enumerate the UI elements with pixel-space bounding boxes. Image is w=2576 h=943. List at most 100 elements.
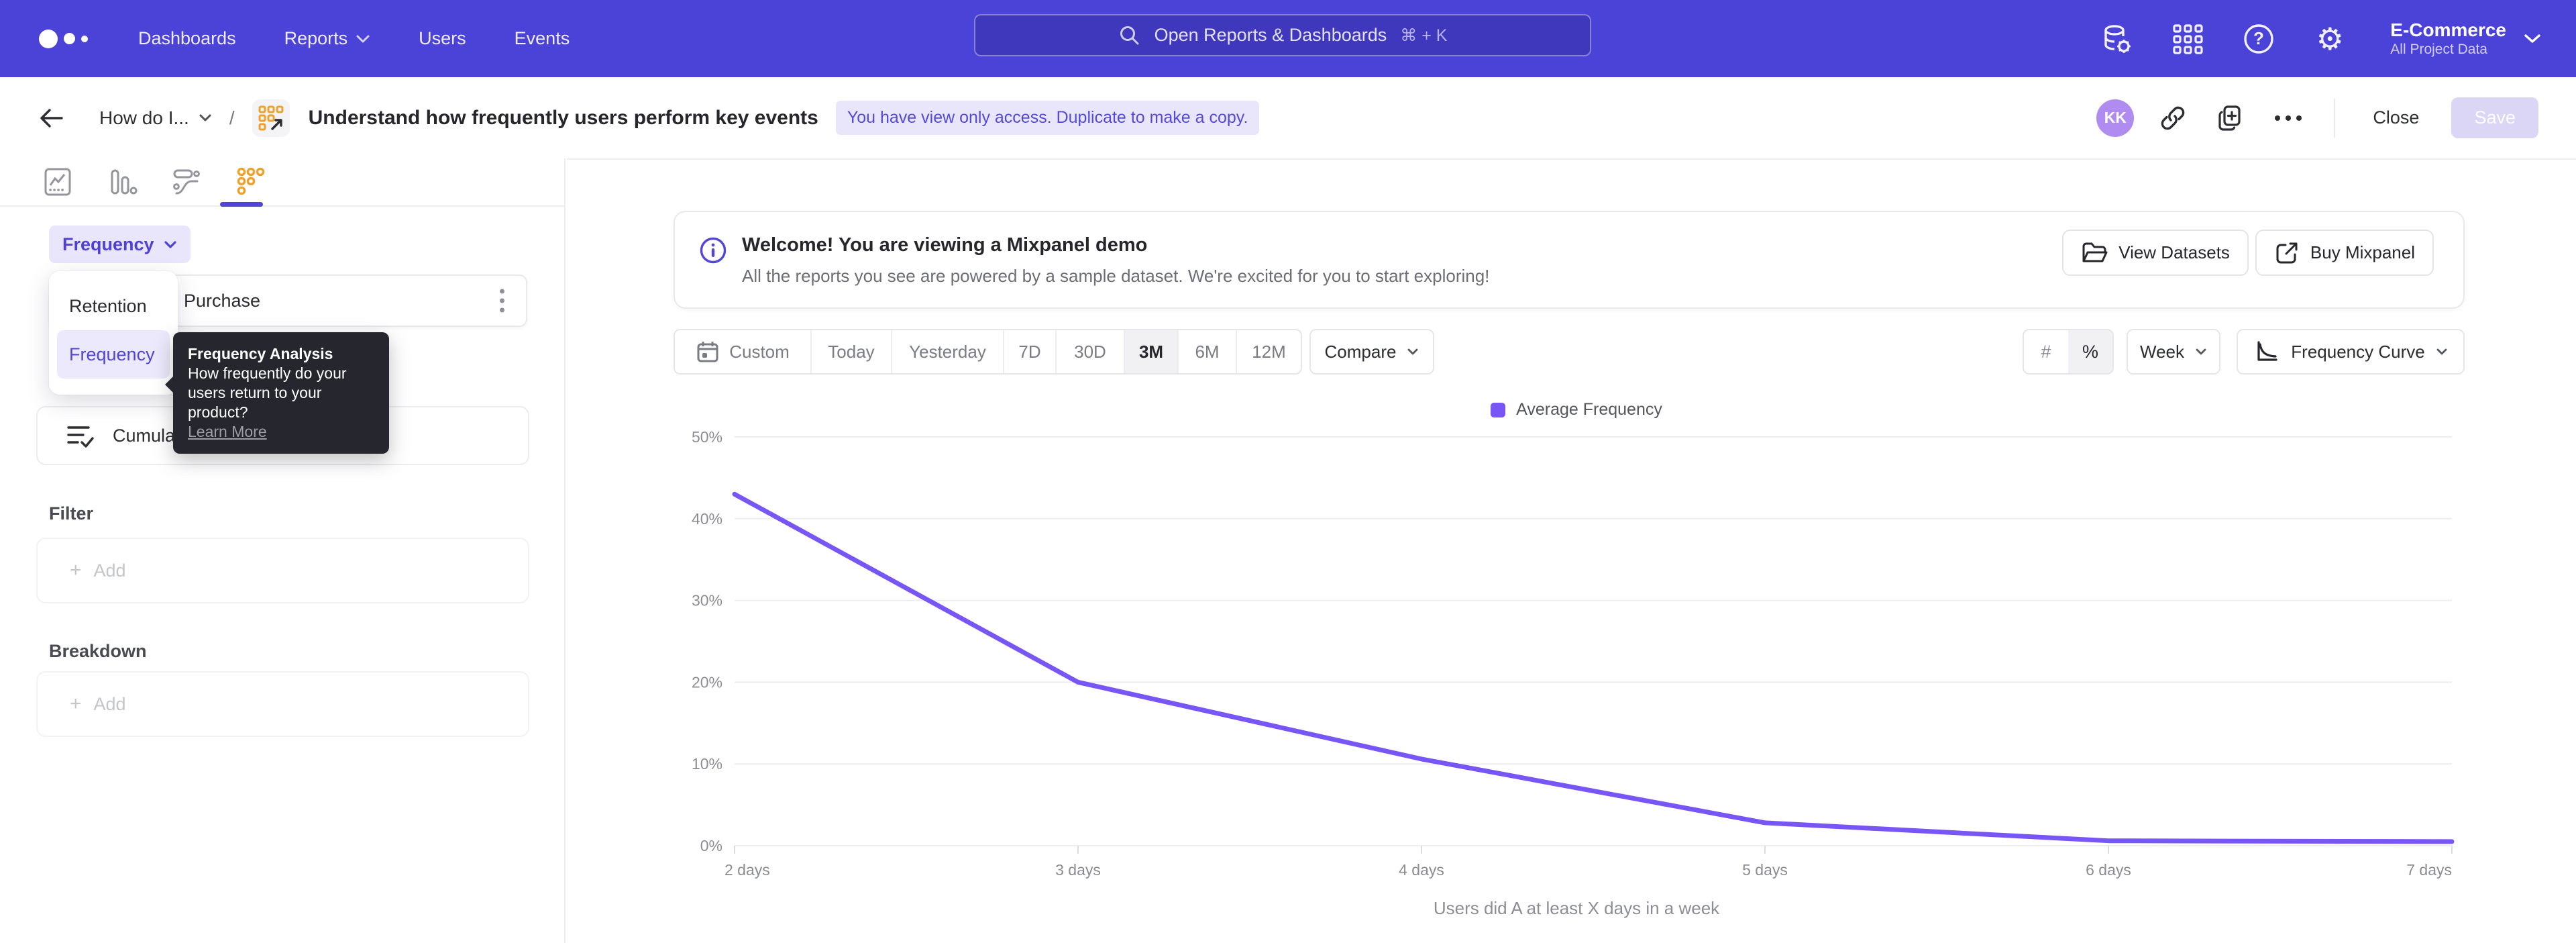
- nav-item-label: Dashboards: [138, 28, 236, 49]
- svg-text:2 days: 2 days: [724, 861, 770, 879]
- funnel-bars-icon: [107, 166, 138, 197]
- nav-item-users[interactable]: Users: [419, 28, 466, 49]
- settings-gear-icon[interactable]: ⚙: [2312, 21, 2347, 56]
- chart-type-dropdown[interactable]: Frequency Curve: [2237, 329, 2465, 375]
- analysis-type-menu: Retention Frequency: [49, 271, 178, 395]
- svg-text:?: ?: [2253, 28, 2264, 48]
- range-today[interactable]: Today: [810, 330, 891, 373]
- chevron-down-icon: [199, 113, 212, 122]
- report-title: Understand how frequently users perform …: [309, 107, 818, 130]
- nav-item-label: Reports: [284, 28, 348, 49]
- chevron-down-icon: [356, 34, 370, 44]
- svg-text:3 days: 3 days: [1055, 861, 1101, 879]
- copy-link-icon[interactable]: [2154, 99, 2192, 137]
- close-button[interactable]: Close: [2358, 98, 2434, 138]
- range-3m[interactable]: 3M: [1124, 330, 1177, 373]
- avatar[interactable]: KK: [2096, 99, 2134, 137]
- chart-caption: Users did A at least X days in a week: [671, 898, 2482, 919]
- tooltip-arrow: [165, 377, 173, 393]
- duplicate-icon[interactable]: [2212, 99, 2249, 137]
- nav-item-label: Users: [419, 28, 466, 49]
- range-6m[interactable]: 6M: [1177, 330, 1236, 373]
- chevron-down-icon: [1407, 348, 1419, 356]
- buy-mixpanel-button[interactable]: Buy Mixpanel: [2255, 230, 2434, 276]
- save-button[interactable]: Save: [2451, 97, 2538, 138]
- svg-text:30%: 30%: [692, 592, 722, 609]
- nav-menu: Dashboards Reports Users Events: [138, 28, 570, 49]
- breadcrumb[interactable]: How do I...: [99, 107, 212, 129]
- nav-item-dashboards[interactable]: Dashboards: [138, 28, 236, 49]
- interval-label: Week: [2140, 342, 2184, 362]
- folder-icon: [2081, 241, 2108, 265]
- add-label: Add: [94, 694, 126, 715]
- chevron-down-icon: [2436, 348, 2448, 356]
- event-options-kebab-icon[interactable]: [496, 285, 508, 317]
- analysis-type-selector[interactable]: Frequency: [49, 226, 191, 263]
- range-12m[interactable]: 12M: [1236, 330, 1301, 373]
- percent-toggle[interactable]: %: [2068, 330, 2112, 373]
- nav-item-label: Events: [515, 28, 570, 49]
- tooltip-title: Frequency Analysis: [188, 344, 374, 364]
- range-yesterday[interactable]: Yesterday: [891, 330, 1003, 373]
- learn-more-link[interactable]: Learn More: [188, 422, 267, 442]
- banner-subtitle: All the reports you see are powered by a…: [742, 266, 1489, 287]
- list-check-icon: [66, 422, 95, 449]
- chevron-down-icon: [164, 240, 177, 249]
- report-header: How do I... / Understand how frequently …: [0, 77, 2576, 158]
- tab-funnels[interactable]: [106, 166, 138, 198]
- svg-text:50%: 50%: [692, 428, 722, 446]
- info-icon: [699, 236, 727, 264]
- filter-add-button[interactable]: + Add: [36, 538, 529, 603]
- chart-type-label: Frequency Curve: [2291, 342, 2424, 362]
- top-nav: Dashboards Reports Users Events Open Rep…: [0, 0, 2576, 77]
- breakdown-heading: Breakdown: [49, 641, 147, 662]
- project-scope: All Project Data: [2390, 42, 2506, 58]
- chevron-down-icon: [2195, 348, 2207, 356]
- breadcrumb-label: How do I...: [99, 107, 189, 129]
- range-7d[interactable]: 7D: [1003, 330, 1055, 373]
- view-datasets-button[interactable]: View Datasets: [2062, 230, 2249, 276]
- tooltip-body: How frequently do your users return to y…: [188, 364, 374, 422]
- range-custom[interactable]: Custom: [675, 330, 810, 373]
- divider: [2334, 99, 2335, 138]
- breakdown-add-button[interactable]: + Add: [36, 671, 529, 737]
- apps-grid-icon[interactable]: [2170, 21, 2205, 56]
- search-icon: [1118, 24, 1141, 47]
- insights-chart-icon: [42, 166, 73, 197]
- menu-item-frequency[interactable]: Frequency: [57, 330, 170, 379]
- view-only-badge[interactable]: You have view only access. Duplicate to …: [836, 101, 1260, 135]
- data-management-icon[interactable]: [2099, 21, 2134, 56]
- nav-item-reports[interactable]: Reports: [284, 28, 371, 49]
- tab-flows[interactable]: [170, 166, 203, 198]
- compare-button[interactable]: Compare: [1309, 329, 1434, 375]
- query-sidebar: Frequency Purchase Retention Frequency F…: [0, 158, 566, 943]
- plus-icon: +: [70, 559, 82, 582]
- help-icon[interactable]: ?: [2241, 21, 2276, 56]
- back-button[interactable]: [38, 107, 64, 129]
- menu-item-retention[interactable]: Retention: [57, 282, 170, 330]
- project-switcher[interactable]: E-Commerce All Project Data: [2390, 19, 2541, 57]
- banner-title: Welcome! You are viewing a Mixpanel demo: [742, 234, 1489, 256]
- tab-retention[interactable]: [235, 166, 267, 198]
- chevron-down-icon: [2524, 34, 2541, 44]
- active-tab-indicator: [220, 202, 263, 207]
- more-options-icon[interactable]: [2269, 99, 2307, 137]
- svg-text:10%: 10%: [692, 755, 722, 773]
- external-link-icon: [2274, 240, 2300, 266]
- value-format-toggle: # %: [2023, 329, 2114, 375]
- interval-dropdown[interactable]: Week: [2127, 329, 2220, 375]
- search-placeholder: Open Reports & Dashboards: [1155, 25, 1387, 46]
- flows-icon: [171, 166, 202, 197]
- tab-insights[interactable]: [42, 166, 74, 198]
- mixpanel-logo-icon[interactable]: [39, 30, 99, 48]
- search-shortcut: ⌘ + K: [1400, 26, 1447, 46]
- retention-dots-icon: [235, 166, 266, 197]
- frequency-line-chart: 0%10%20%30%40%50%2 days3 days4 days5 day…: [671, 396, 2482, 943]
- calendar-icon: [696, 340, 720, 364]
- range-30d[interactable]: 30D: [1055, 330, 1124, 373]
- absolute-count-toggle[interactable]: #: [2024, 330, 2068, 373]
- global-search-input[interactable]: Open Reports & Dashboards ⌘ + K: [974, 14, 1591, 56]
- range-label: Custom: [729, 342, 790, 362]
- nav-item-events[interactable]: Events: [515, 28, 570, 49]
- demo-banner: Welcome! You are viewing a Mixpanel demo…: [674, 211, 2465, 309]
